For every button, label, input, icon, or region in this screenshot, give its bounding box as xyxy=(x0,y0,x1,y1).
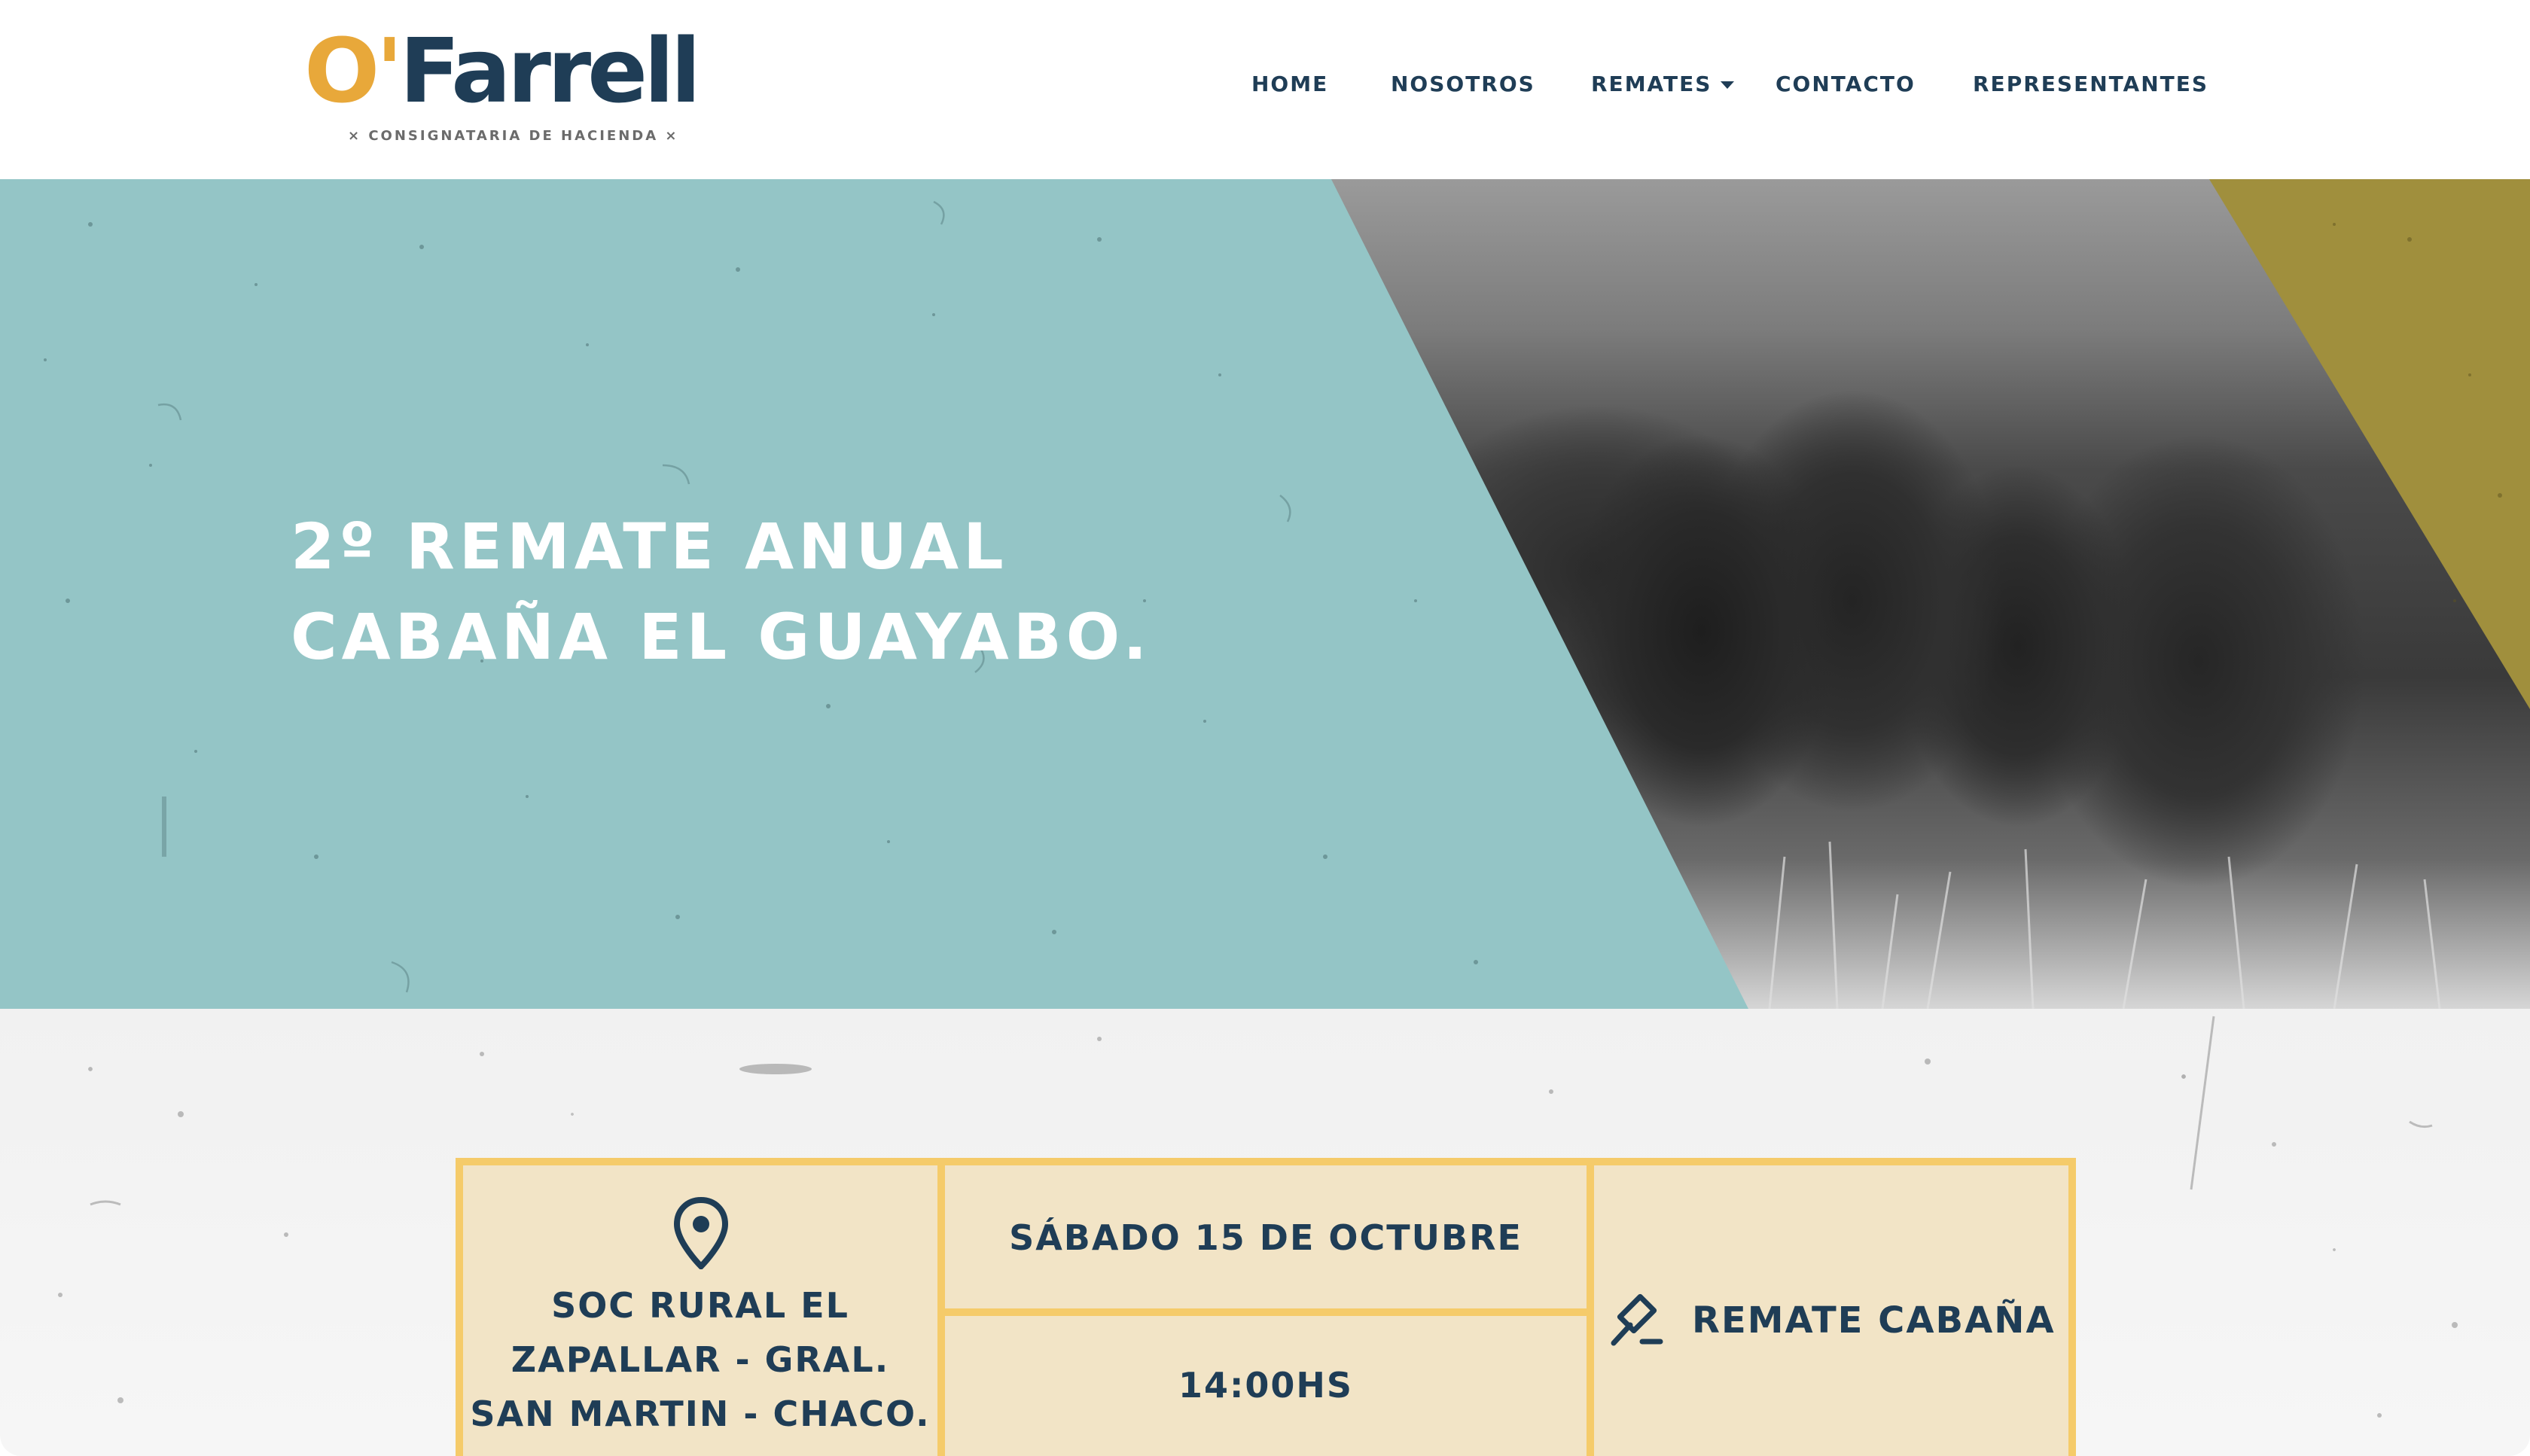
nav-contacto[interactable]: CONTACTO xyxy=(1776,68,1916,101)
nav-remates-label: REMATES xyxy=(1591,72,1712,96)
caret-down-icon xyxy=(1721,81,1735,89)
olive-stripe xyxy=(2209,179,2530,709)
page: O'Farrell × CONSIGNATARIA DE HACIENDA × … xyxy=(0,0,2530,1456)
event-location-cell: SOC RURAL EL ZAPALLAR - GRAL. SAN MARTIN… xyxy=(463,1165,945,1456)
hero-title-line-2: CABAÑA EL GUAYABO. xyxy=(291,600,1152,674)
logo-tagline: × CONSIGNATARIA DE HACIENDA × xyxy=(348,128,679,144)
nav-representantes[interactable]: REPRESENTANTES xyxy=(1973,68,2208,101)
hero-title-line-1: 2º REMATE ANUAL xyxy=(291,510,1008,583)
nav-remates[interactable]: REMATES xyxy=(1591,68,1735,101)
event-location: SOC RURAL EL ZAPALLAR - GRAL. SAN MARTIN… xyxy=(463,1278,937,1441)
hero-title: 2º REMATE ANUAL CABAÑA EL GUAYABO. xyxy=(291,501,1270,682)
gavel-icon xyxy=(1611,1293,1663,1346)
location-line-3: SAN MARTIN - CHACO. xyxy=(470,1394,931,1434)
location-line-2: ZAPALLAR - GRAL. xyxy=(511,1339,890,1380)
nav-nosotros[interactable]: NOSOTROS xyxy=(1391,68,1535,101)
hero-banner: 2º REMATE ANUAL CABAÑA EL GUAYABO. xyxy=(0,179,2530,1009)
event-info-box: SOC RURAL EL ZAPALLAR - GRAL. SAN MARTIN… xyxy=(456,1158,2076,1456)
location-line-1: SOC RURAL EL xyxy=(551,1285,849,1326)
event-type: REMATE CABAÑA xyxy=(1692,1299,2056,1342)
nav-home[interactable]: HOME xyxy=(1251,68,1328,101)
event-time: 14:00HS xyxy=(1178,1365,1354,1406)
grass-strokes xyxy=(1768,841,2441,1009)
site-header: O'Farrell × CONSIGNATARIA DE HACIENDA × … xyxy=(0,0,2530,179)
event-date-cell: SÁBADO 15 DE OCTUBRE xyxy=(945,1165,1587,1316)
main-nav: HOME NOSOTROS REMATES CONTACTO REPRESENT… xyxy=(0,68,2530,101)
event-time-cell: 14:00HS xyxy=(945,1316,1587,1456)
event-date: SÁBADO 15 DE OCTUBRE xyxy=(1009,1217,1523,1258)
map-pin-icon xyxy=(674,1197,728,1269)
event-type-cell: REMATE CABAÑA xyxy=(1587,1165,2068,1456)
